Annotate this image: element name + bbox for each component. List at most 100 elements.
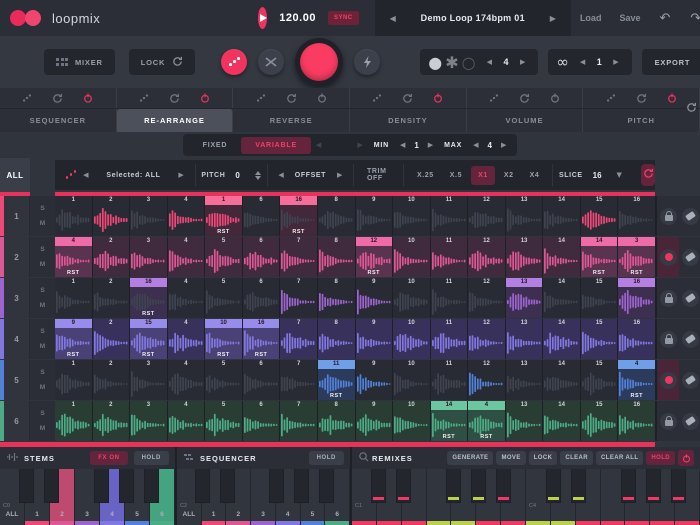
track-erase-button[interactable] (681, 330, 699, 348)
black-key[interactable] (445, 469, 461, 503)
speed-x4[interactable]: X4 (523, 166, 547, 185)
slice-cell[interactable]: 2 (92, 401, 131, 441)
min-inc-icon[interactable]: ▶ (423, 141, 438, 149)
tab-dice-icon[interactable] (372, 93, 383, 104)
mixer-button[interactable]: MIXER (44, 49, 115, 75)
slice-cell[interactable]: 2 (92, 319, 131, 359)
fx-on-button[interactable]: FX ON (90, 451, 128, 465)
tab-power-icon[interactable] (433, 93, 444, 104)
slice-cell[interactable]: 7 (280, 360, 318, 400)
slice-dropdown-icon[interactable]: ▼ (612, 171, 627, 179)
solo-button[interactable]: S (40, 369, 44, 376)
pattern-dec-icon[interactable]: ◀ (482, 58, 497, 66)
track-erase-button[interactable] (681, 412, 699, 430)
clear-button[interactable]: CLEAR (560, 451, 594, 465)
preset-next-icon[interactable]: ▶ (543, 14, 563, 23)
slice-cell[interactable]: 11 (430, 196, 469, 236)
slice-cell[interactable]: 12 (468, 237, 506, 277)
slice-cell[interactable]: 14 (543, 401, 581, 441)
fixed-button[interactable]: FIXED (189, 137, 242, 154)
slice-cell[interactable]: 4 RST (55, 237, 93, 277)
selected-next-icon[interactable]: ▶ (173, 171, 188, 179)
preset-name[interactable]: Demo Loop 174bpm 01 (403, 13, 543, 23)
tab-power-icon[interactable] (316, 93, 327, 104)
lock-button[interactable]: LOCK (528, 451, 558, 465)
sync-button[interactable]: SYNC (327, 11, 359, 25)
black-key[interactable] (570, 469, 586, 503)
slice-cell[interactable]: 16 (618, 278, 656, 318)
instant-knob[interactable] (354, 49, 381, 75)
slice-cell[interactable]: 10 RST (205, 319, 243, 359)
export-button[interactable]: EXPORT (641, 49, 700, 75)
selected-prev-icon[interactable]: ◀ (78, 171, 93, 179)
slice-cell[interactable]: 1 (55, 278, 93, 318)
slice-cell[interactable]: 15 (580, 319, 619, 359)
shuffle-knob[interactable] (258, 49, 285, 75)
slice-cell[interactable]: 8 (317, 401, 356, 441)
slice-cell[interactable]: 13 (505, 278, 544, 318)
global-cycle-icon[interactable] (686, 100, 697, 118)
slice-cell[interactable]: 9 (355, 196, 394, 236)
slice-cell[interactable]: 6 (242, 196, 281, 236)
black-key[interactable] (370, 469, 386, 503)
undo-icon[interactable]: ↶ (649, 11, 680, 26)
speed-x2[interactable]: X2 (497, 166, 521, 185)
slice-cell[interactable]: 14 (543, 237, 581, 277)
slice-cell[interactable]: 4 (167, 360, 206, 400)
slice-cell[interactable]: 16 (618, 401, 656, 441)
slice-cell[interactable]: 2 (92, 278, 131, 318)
slice-cell[interactable]: 6 (242, 401, 281, 441)
slice-cell[interactable]: 4 RST (468, 401, 506, 441)
pitch-spinner[interactable] (254, 170, 261, 180)
max-dec-icon[interactable]: ◀ (468, 141, 483, 149)
slice-cell[interactable]: 1 (55, 401, 93, 441)
slice-cell[interactable]: 4 (167, 237, 206, 277)
slice-cell[interactable]: 4 (167, 401, 206, 441)
slice-cell[interactable]: 3 (130, 237, 168, 277)
black-key[interactable] (18, 469, 34, 503)
slice-cell[interactable]: 11 RST (317, 360, 356, 400)
slice-cell[interactable]: 8 (317, 237, 356, 277)
redo-icon[interactable]: ↷ (680, 11, 700, 26)
slice-cell[interactable]: 13 (505, 237, 544, 277)
slice-cell[interactable]: 14 (543, 360, 581, 400)
mute-button[interactable]: M (40, 302, 45, 309)
slice-cell[interactable]: 1 (55, 360, 93, 400)
tab-dice-icon[interactable] (488, 93, 499, 104)
variable-button[interactable]: VARIABLE (241, 136, 311, 154)
trim-button[interactable]: TRIM OFF (360, 162, 397, 188)
clear-all-button[interactable]: CLEAR ALL (596, 451, 644, 465)
mute-button[interactable]: M (40, 343, 45, 350)
black-key[interactable] (645, 469, 661, 503)
slice-cell[interactable]: 11 (430, 319, 469, 359)
black-key[interactable] (620, 469, 636, 503)
black-key[interactable] (395, 469, 411, 503)
slice-cell[interactable]: 8 (317, 196, 356, 236)
tab-dice-icon[interactable] (255, 93, 266, 104)
black-key[interactable] (118, 469, 134, 503)
tab-re-arrange[interactable]: RE-ARRANGE (116, 109, 234, 132)
tab-power-icon[interactable] (666, 93, 677, 104)
tab-cycle-icon[interactable] (402, 93, 413, 104)
speed-x1[interactable]: X1 (471, 165, 495, 185)
main-remix-button[interactable] (295, 38, 344, 86)
slice-cell[interactable]: 6 (242, 237, 281, 277)
track-number[interactable]: 1 (4, 196, 29, 236)
slice-cell[interactable]: 9 RST (55, 319, 93, 359)
max-value[interactable]: 4 (484, 141, 496, 150)
play-button[interactable] (258, 7, 268, 29)
load-button[interactable]: Load (571, 13, 611, 23)
slice-cell[interactable]: 15 (580, 278, 619, 318)
slice-cell[interactable]: 5 (205, 360, 243, 400)
slice-cell[interactable]: 15 RST (130, 319, 168, 359)
track-number[interactable]: 3 (4, 278, 29, 318)
track-erase-button[interactable] (681, 248, 699, 266)
infinity-icon[interactable]: ∞ (556, 53, 569, 71)
slice-cell[interactable]: 10 (393, 237, 431, 277)
save-button[interactable]: Save (610, 13, 649, 23)
tab-sequencer[interactable]: SEQUENCER (0, 109, 117, 132)
slice-cell[interactable]: 11 (430, 278, 469, 318)
solo-button[interactable]: S (40, 287, 44, 294)
bpm-display[interactable]: 120.00 (279, 12, 316, 24)
black-key[interactable] (545, 469, 561, 503)
